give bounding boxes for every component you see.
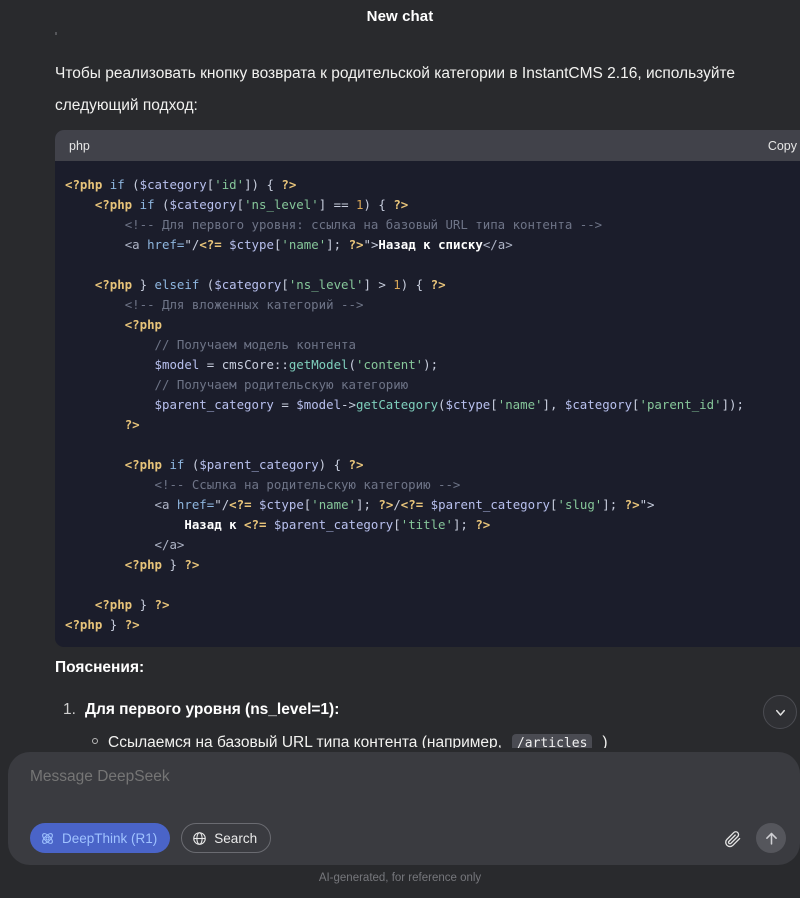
code-block-content[interactable]: <?php if ($category['id']) { ?> <?php if… <box>55 161 800 647</box>
atom-icon <box>42 832 53 844</box>
deepthink-label: DeepThink (R1) <box>62 830 158 846</box>
code-block: php Copy <?php if ($category['id']) { ?>… <box>55 130 800 647</box>
deepthink-toggle-button[interactable]: DeepThink (R1) <box>30 823 171 853</box>
conversation-scroll-area[interactable]: базовый URL типа контента. Чтобы реализо… <box>0 0 800 760</box>
composer-box[interactable]: DeepThink (R1) Search <box>8 752 800 865</box>
list-item-label: Для первого уровня (ns_level=1): <box>84 701 340 718</box>
scroll-to-bottom-button[interactable] <box>763 695 797 729</box>
attach-file-button[interactable] <box>720 826 744 850</box>
page-title: New chat <box>366 7 434 25</box>
arrow-up-icon <box>765 832 777 845</box>
paperclip-icon <box>724 830 740 847</box>
list-item: 1. Для первого уровня (ns_level=1): <box>63 701 339 719</box>
explanations-heading: Пояснения: <box>55 659 145 676</box>
globe-icon <box>193 831 207 845</box>
chat-header: New chat <box>0 0 800 32</box>
code-language-label: php <box>69 138 90 153</box>
copy-code-button[interactable]: Copy <box>768 139 797 153</box>
bullet-icon <box>92 738 98 744</box>
ai-disclaimer: AI-generated, for reference only <box>318 872 482 884</box>
composer-action-buttons <box>720 823 786 853</box>
code-block-header: php Copy <box>55 130 800 161</box>
send-message-button[interactable] <box>756 823 786 853</box>
assistant-paragraph: Чтобы реализовать кнопку возврата к роди… <box>55 65 736 114</box>
list-item-number: 1. <box>63 701 76 718</box>
search-toggle-button[interactable]: Search <box>181 823 272 853</box>
composer-area: DeepThink (R1) Search <box>0 748 800 898</box>
message-input[interactable] <box>30 768 730 786</box>
composer-tool-buttons: DeepThink (R1) Search <box>30 823 272 853</box>
search-label: Search <box>214 830 258 846</box>
chevron-down-icon <box>775 709 785 716</box>
